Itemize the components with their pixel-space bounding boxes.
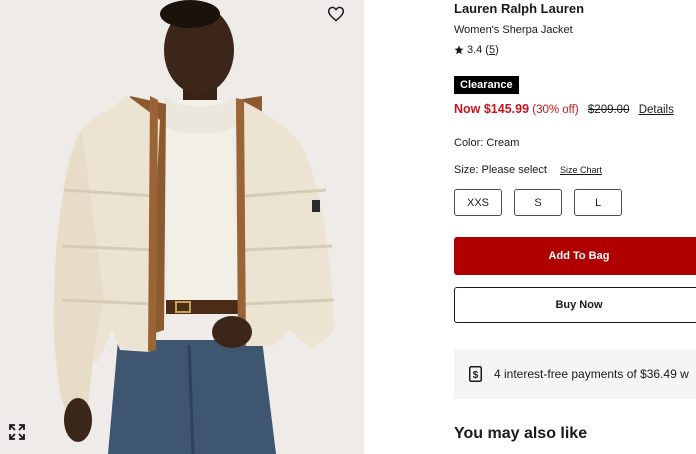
expand-icon (9, 424, 25, 440)
price-now: Now $145.99 (454, 102, 530, 116)
star-icon (454, 45, 464, 55)
buy-now-button[interactable]: Buy Now (454, 287, 696, 323)
size-option-xxs[interactable]: XXS (454, 189, 502, 216)
discount-percent: (30% off) (532, 104, 579, 116)
dollar-icon: $ (469, 366, 482, 382)
rating[interactable]: 3.4 (5) (454, 44, 499, 56)
heart-icon (327, 6, 345, 22)
brand-name[interactable]: Lauren Ralph Lauren (454, 1, 584, 16)
product-name: Women's Sherpa Jacket (454, 24, 573, 36)
product-image[interactable] (0, 0, 364, 454)
price-row: Now $145.99 (30% off) $209.00 Details (454, 102, 674, 116)
size-option-s[interactable]: S (514, 189, 562, 216)
product-details: Lauren Ralph Lauren Women's Sherpa Jacke… (454, 0, 696, 454)
price-details-link[interactable]: Details (639, 104, 674, 116)
size-option-l[interactable]: L (574, 189, 622, 216)
rating-value: 3.4 (467, 44, 483, 56)
size-row: Size: Please select Size Chart (454, 164, 602, 176)
price-original: $209.00 (587, 104, 630, 116)
rating-count[interactable]: 5 (489, 44, 495, 56)
color-label: Color: Cream (454, 137, 520, 149)
clearance-badge: Clearance (454, 76, 519, 94)
installment-text: 4 interest-free payments of $36.49 w (494, 367, 689, 381)
add-to-bag-button[interactable]: Add To Bag (454, 237, 696, 275)
size-chart-link[interactable]: Size Chart (560, 165, 602, 175)
expand-image-button[interactable] (9, 424, 31, 446)
product-photo (0, 0, 364, 454)
size-options: XXS S L (454, 189, 622, 216)
recommendations-heading: You may also like (454, 425, 588, 442)
svg-text:$: $ (473, 370, 479, 381)
favorite-button[interactable] (327, 6, 353, 32)
size-label: Size: Please select (454, 164, 547, 176)
installment-banner[interactable]: $ 4 interest-free payments of $36.49 w (454, 349, 696, 399)
